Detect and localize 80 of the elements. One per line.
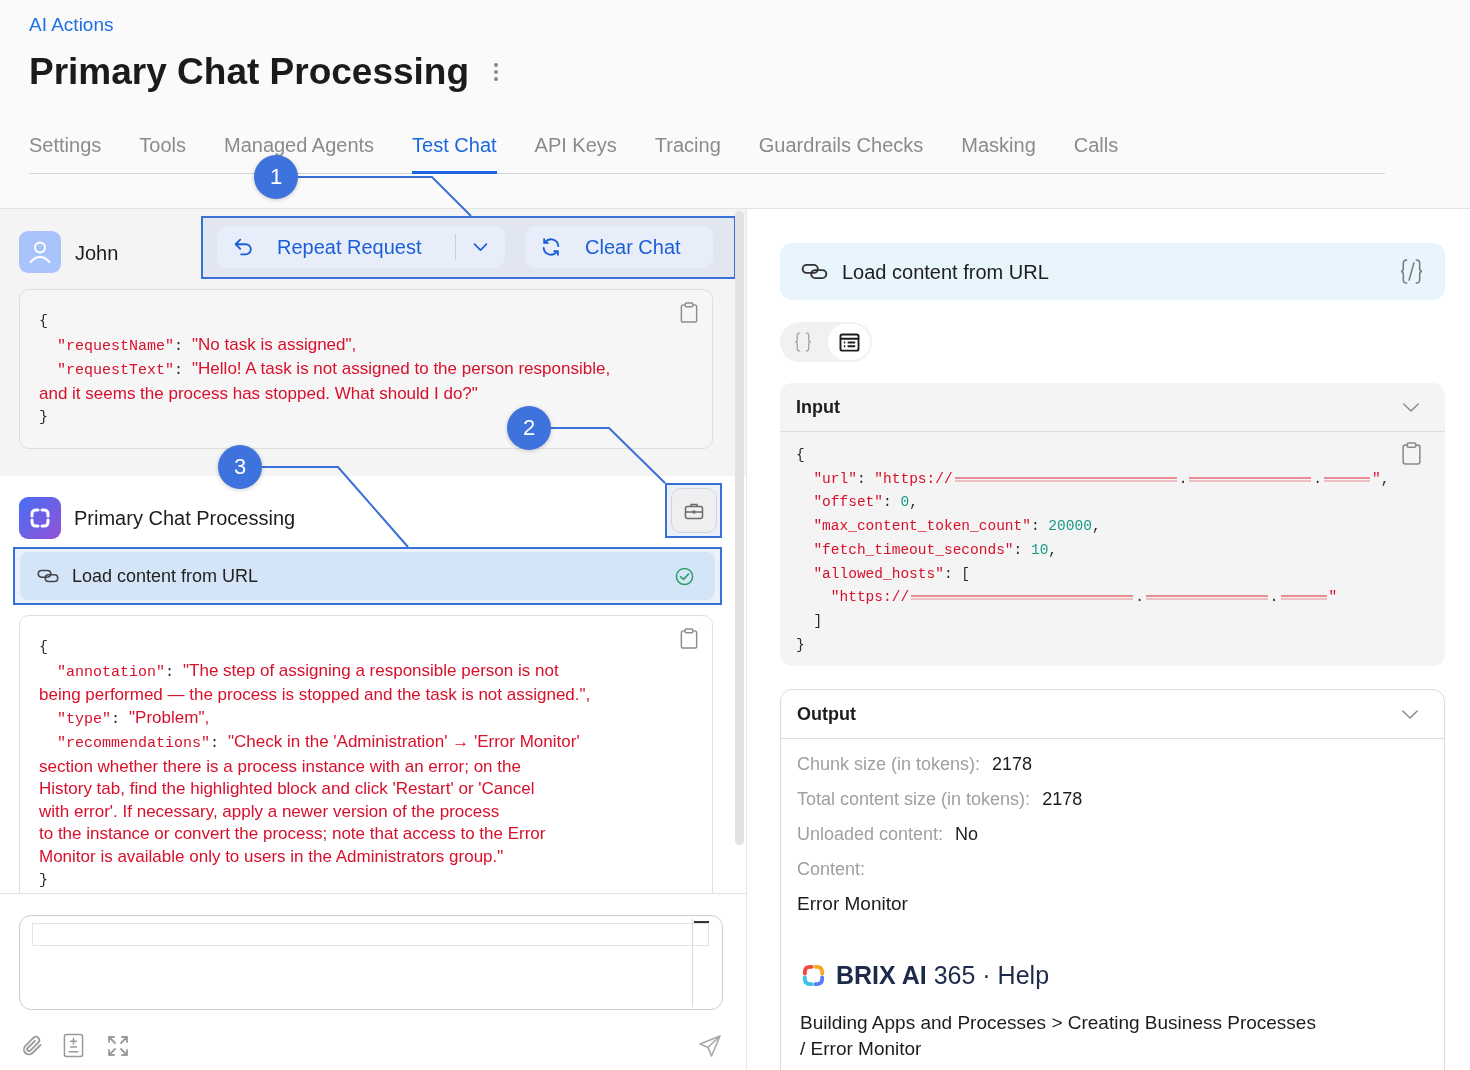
refresh-icon xyxy=(540,236,562,258)
code-line: { xyxy=(796,446,805,462)
code-text: " xyxy=(1372,470,1381,487)
tab[interactable]: Settings xyxy=(29,124,102,174)
code-text: . xyxy=(1313,470,1323,487)
tab[interactable]: Guardrails Checks xyxy=(758,124,924,174)
expand-icon[interactable] xyxy=(106,1033,130,1058)
tab[interactable]: Tools xyxy=(139,124,186,174)
scrollbar[interactable] xyxy=(735,211,744,845)
clipboard-icon[interactable] xyxy=(680,302,698,323)
code-text: : xyxy=(856,470,867,487)
code-line: "type": "Problem", xyxy=(57,707,210,727)
code-line: "fetch_timeout_seconds": 10, xyxy=(813,540,1058,557)
link-icon xyxy=(37,569,59,583)
paperclip-icon[interactable] xyxy=(20,1033,44,1058)
chevron-down-icon[interactable] xyxy=(1402,401,1420,413)
code-line: { xyxy=(39,312,48,329)
field-label: Content: xyxy=(797,858,866,882)
send-icon[interactable] xyxy=(698,1033,722,1058)
code-text: . xyxy=(1178,470,1188,487)
more-icon[interactable] xyxy=(493,62,500,82)
clipboard-icon[interactable] xyxy=(1402,442,1421,465)
tool-title: Load content from URL xyxy=(842,259,1049,284)
code-line: { xyxy=(39,638,48,655)
agent-logo-icon xyxy=(19,497,61,539)
briefcase-icon xyxy=(683,501,704,520)
code-text: "https:// xyxy=(874,470,953,487)
tab[interactable]: Masking xyxy=(961,124,1036,174)
panel-title: Input xyxy=(796,396,840,418)
tab[interactable]: Tracing xyxy=(654,124,721,174)
chevron-down-icon[interactable] xyxy=(1401,708,1419,720)
document-icon[interactable] xyxy=(63,1033,84,1058)
code-line: "max_content_token_count": 20000, xyxy=(813,517,1101,534)
code-line: "requestText": "Hello! A task is not assigned to the person responsible, and it seems the process has stopped. What should I do?" xyxy=(39,359,611,403)
code-text: . xyxy=(1269,589,1279,606)
code-line: "recommendations": "Check in the 'Administration' → 'Error Monitor' section whether there is a process instance with an error; on the History tab, find the highlighted block and click 'Restart' or 'Cancel with error'. If necessary, apply a newer version of the process to the instance or convert the process; note that access to the Error Monitor is available only to users in the Administrators group." xyxy=(39,732,580,866)
ring-logo-icon xyxy=(801,962,826,988)
tab[interactable]: Calls xyxy=(1073,124,1119,174)
user-avatar-icon xyxy=(19,231,61,273)
chevron-down-icon xyxy=(471,241,489,253)
code-icon[interactable] xyxy=(1399,258,1424,285)
code-text: , xyxy=(1380,470,1390,487)
code-line: } xyxy=(39,871,48,888)
author-name: Primary Chat Processing xyxy=(74,506,296,530)
page-title: Primary Chat Processing xyxy=(29,50,470,94)
clipboard-icon[interactable] xyxy=(680,628,698,649)
code-line: "annotation": "The step of assigning a responsible person is not being performed — the process is stopped and the task is not assigned.", xyxy=(39,660,591,704)
field-label: Total content size (in tokens): xyxy=(797,788,1031,812)
code-text: . xyxy=(1135,589,1144,606)
tool-call-item[interactable]: Load content from URL xyxy=(20,552,715,600)
field-label: Unloaded content: xyxy=(797,823,944,847)
link-icon xyxy=(801,263,828,280)
code-line: } xyxy=(796,635,805,652)
breadcrumb-path: Building Apps and Processes > Creating Business Processes / Error Monitor xyxy=(800,1011,1317,1062)
undo-icon xyxy=(232,236,254,258)
field-value: 2178 xyxy=(1042,788,1083,812)
repeat-request-button[interactable]: Repeat Request xyxy=(217,226,455,268)
code-text: "url" xyxy=(813,470,857,487)
source-title: BRIX AI 365 · Help xyxy=(836,960,1050,992)
clear-chat-button[interactable]: Clear Chat xyxy=(525,226,713,268)
panel-title: Output xyxy=(797,703,856,725)
code-line: "allowed_hosts": [ xyxy=(813,564,971,581)
tab[interactable]: Test Chat xyxy=(412,124,497,174)
code-text: " xyxy=(1328,589,1338,606)
content-heading: Error Monitor xyxy=(797,892,909,917)
tab[interactable]: API Keys xyxy=(534,124,617,174)
field-label: Chunk size (in tokens): xyxy=(797,753,981,777)
code-line: "requestName": "No task is assigned", xyxy=(57,334,357,354)
table-view-button[interactable] xyxy=(828,324,870,360)
code-line: } xyxy=(39,408,48,425)
code-line: "offset": 0, xyxy=(813,493,918,510)
code-text: "https:// xyxy=(830,589,910,606)
code-line: ] xyxy=(813,611,823,628)
author-name: John xyxy=(75,241,119,265)
field-value: No xyxy=(955,823,979,847)
table-icon xyxy=(838,332,860,352)
breadcrumb-link[interactable]: AI Actions xyxy=(29,14,114,36)
message-input[interactable] xyxy=(19,915,723,1010)
braces-icon xyxy=(794,331,812,353)
field-value: 2178 xyxy=(992,753,1033,777)
